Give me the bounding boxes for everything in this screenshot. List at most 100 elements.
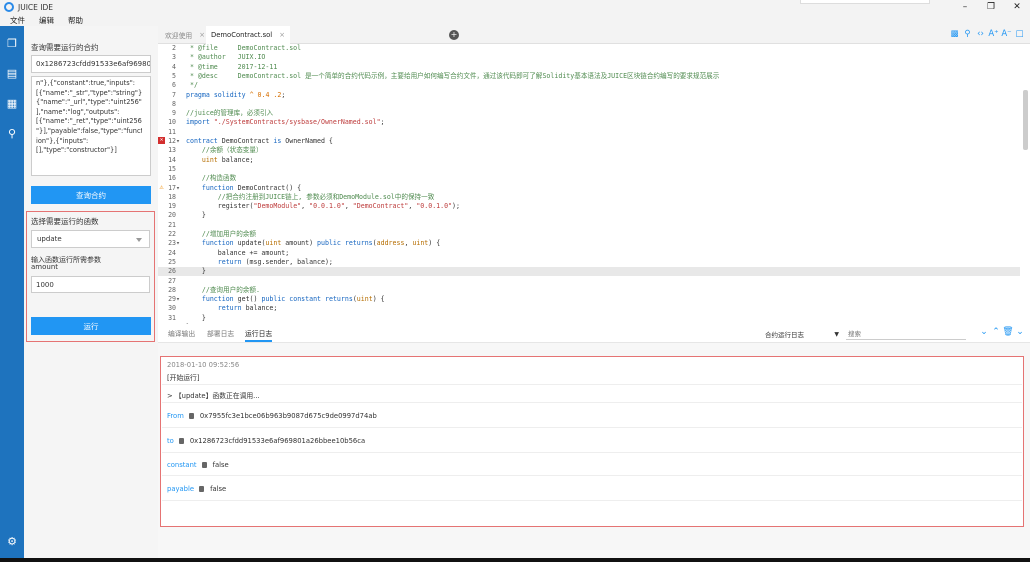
search-icon[interactable]: ⚲ [961, 29, 974, 39]
editor-tab-bar: 欢迎使用 × DemoContract.sol × + ▩ ⚲ ‹› A⁺ A⁻ □ [158, 26, 1030, 44]
menu-edit[interactable]: 编辑 [39, 15, 54, 26]
tab-run-log[interactable]: 运行日志 [245, 328, 273, 342]
code-line: 17▾ ⚠ function DemoContract() { [158, 183, 1020, 193]
code-text: function DemoContract() { [201, 183, 302, 192]
code-text: * @time 2017-12-11 [186, 62, 278, 71]
line-number: 15 [168, 164, 180, 173]
menu-help[interactable]: 帮助 [68, 15, 83, 26]
line-number: 28 [168, 285, 180, 294]
maximize-button[interactable]: ❐ [978, 0, 1004, 14]
code-line: 31 } [158, 314, 1020, 323]
collapse-icon[interactable]: ⌄ [1014, 327, 1026, 337]
warning-icon[interactable]: ⚠ [158, 183, 165, 191]
log-start: [开始运行] [167, 374, 200, 382]
save-icon[interactable]: ▩ [948, 29, 961, 39]
copy-icon[interactable]: ❐ [6, 38, 18, 50]
code-line: 20 } [158, 211, 1020, 220]
log-search-input[interactable]: 搜索 [846, 328, 966, 340]
tab-label: DemoContract.sol [211, 31, 273, 39]
line-number: 9 [172, 109, 180, 118]
line-number: 25 [168, 257, 180, 266]
tab-compile-output[interactable]: 编译输出 [168, 328, 195, 338]
function-select[interactable]: update [31, 230, 150, 248]
close-icon[interactable]: × [279, 31, 285, 39]
code-text: return balance; [217, 304, 278, 313]
line-number: 4 [172, 62, 180, 71]
abi-line: [{"name":"_ret","type":"uint256 [36, 117, 142, 126]
code-text: * @file DemoContract.sol [186, 44, 302, 52]
code-line: 2 * @file DemoContract.sol [158, 44, 1020, 53]
contract-icon[interactable]: ▤ [6, 68, 18, 80]
copy-icon[interactable] [199, 486, 205, 492]
code-line: 9 //juice的管理库，必须引入 [158, 109, 1020, 118]
code-line: 26 } [158, 267, 1020, 277]
copy-icon[interactable] [188, 413, 194, 419]
query-contract-button[interactable]: 查询合约 [31, 186, 151, 204]
code-text: function get() public constant returns(u… [201, 295, 385, 304]
log-type-value: 合约运行日志 [765, 331, 804, 339]
code-line: 11 [158, 128, 1020, 137]
error-icon[interactable]: ✕ [158, 137, 165, 144]
copy-icon[interactable] [201, 462, 207, 468]
activity-bar: ❐ ▤ ▦ ⚲ ⚙ [0, 26, 24, 562]
abi-line: {"name":"_url","type":"uint256"} [36, 98, 142, 107]
line-number: 24 [168, 248, 180, 257]
line-number: 27 [168, 276, 180, 285]
amount-input[interactable]: 1000 [31, 276, 150, 293]
contract-address-input[interactable]: 0x1286723cfdd91533e6af96980 [31, 55, 151, 73]
code-text: return (msg.sender, balance); [217, 257, 333, 266]
font-decrease-icon[interactable]: A⁻ [1000, 29, 1013, 39]
title-search-box[interactable] [800, 0, 930, 4]
run-contract-panel: 查询需要运行的合约 0x1286723cfdd91533e6af96980 n"… [24, 26, 158, 562]
divider [162, 475, 1022, 476]
code-text: //增加用户的余额 [186, 230, 256, 238]
param-name-label: amount [31, 263, 59, 271]
chevron-up-icon[interactable]: ⌃ [990, 327, 1002, 337]
run-button[interactable]: 运行 [31, 317, 151, 335]
code-line: 6 */ [158, 81, 1020, 90]
constant-key: constant [167, 461, 197, 469]
tab-demo-contract[interactable]: DemoContract.sol × [206, 26, 290, 44]
run-log-panel: 2018-01-10 09:52:56 [开始运行] > 【update】函数正… [158, 343, 1030, 562]
chevron-down-icon[interactable]: ⌄ [978, 327, 990, 337]
code-text: uint balance; [201, 155, 254, 164]
output-tab-bar: 编译输出 部署日志 运行日志 合约运行日志 ▼ 搜索 ⌄ ⌃ 🗑 ⌄ [158, 324, 1030, 343]
payable-value: false [210, 485, 227, 493]
code-text: * @desc DemoContract.sol 是一个简单的合约代码示例，主要… [186, 71, 720, 80]
query-icon[interactable]: ⚲ [6, 128, 18, 140]
code-line: 8 [158, 100, 1020, 109]
chevron-down-icon [136, 238, 142, 242]
code-icon[interactable]: ‹› [974, 29, 987, 39]
line-number: 11 [168, 127, 180, 136]
add-tab-icon[interactable]: + [449, 30, 459, 40]
close-icon[interactable]: × [199, 31, 205, 39]
editor-scrollbar[interactable] [1023, 90, 1028, 150]
line-number: 2 [172, 44, 180, 52]
menu-file[interactable]: 文件 [10, 15, 25, 26]
tab-welcome[interactable]: 欢迎使用 × [160, 26, 210, 44]
line-number: 21 [168, 220, 180, 229]
code-line: 5 * @desc DemoContract.sol 是一个简单的合约代码示例，… [158, 72, 1020, 81]
minimize-button[interactable]: – [952, 0, 978, 14]
deploy-icon[interactable]: ▦ [6, 98, 18, 110]
copy-icon[interactable] [178, 438, 184, 444]
font-increase-icon[interactable]: A⁺ [987, 29, 1000, 39]
trash-icon[interactable]: 🗑 [1002, 327, 1014, 337]
to-value: 0x1286723cfdd91533e6af969801a26bbee10b56… [189, 437, 366, 445]
select-function-label: 选择需要运行的函数 [31, 217, 99, 226]
code-editor[interactable]: 2 * @file DemoContract.sol 3 * @author JU… [158, 44, 1030, 324]
code-text: * @author JUIX.IO [186, 53, 266, 62]
abi-line: [{"name":"_str","type":"string"}, [36, 88, 142, 97]
abi-line: [],"type":"constructor"}] [36, 146, 117, 155]
tab-deploy-log[interactable]: 部署日志 [207, 328, 234, 338]
settings-icon[interactable]: ⚙ [6, 536, 18, 548]
abi-line: ion"},{"inputs": [36, 136, 89, 145]
divider [162, 452, 1022, 453]
divider [162, 427, 1022, 428]
fullscreen-icon[interactable]: □ [1013, 29, 1026, 39]
from-value: 0x7955fc3e1bce06b963b9087d675c9de0997d74… [199, 412, 377, 420]
abi-textarea[interactable]: n"},{"constant":true,"inputs": [{"name":… [31, 76, 151, 176]
close-button[interactable]: ✕ [1004, 0, 1030, 14]
code-line: 4 * @time 2017-12-11 [158, 63, 1020, 72]
log-type-select[interactable]: 合约运行日志 ▼ [763, 328, 843, 340]
